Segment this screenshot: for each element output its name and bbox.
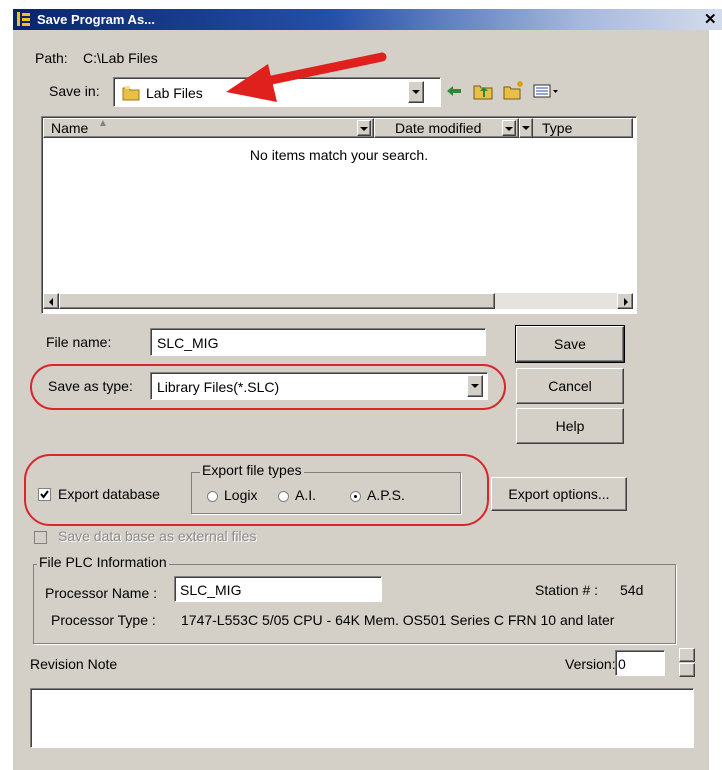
- save-program-as-dialog: Save Program As... ✕ Path: C:\Lab Files …: [0, 0, 722, 770]
- annotation-arrow-icon: [226, 52, 387, 102]
